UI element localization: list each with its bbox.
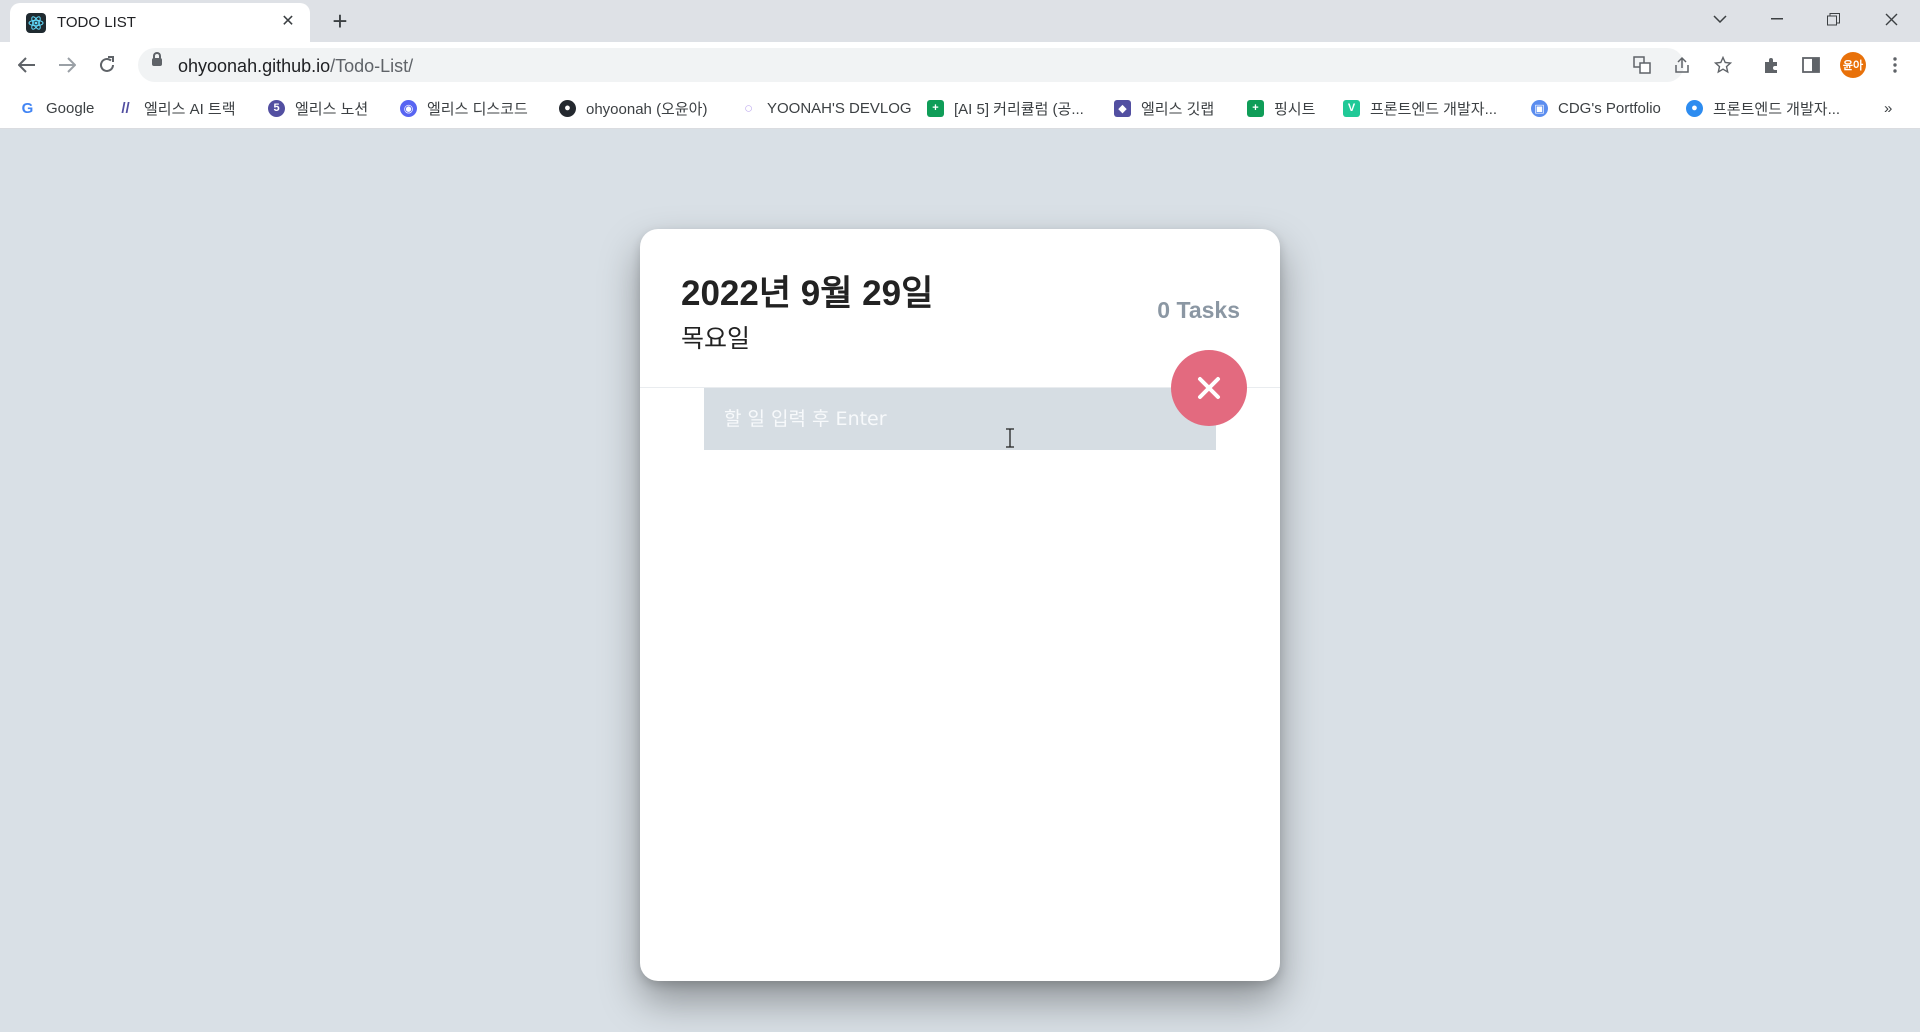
sheets-icon: + [927, 99, 944, 117]
tab-strip: TODO LIST ✕ + [0, 0, 1920, 42]
todo-card: 2022년 9월 29일 목요일 0 Tasks [640, 229, 1280, 981]
forward-icon[interactable] [52, 50, 82, 80]
bookmark-item[interactable]: G Google [19, 96, 95, 120]
page-icon: ● [1686, 99, 1703, 117]
profile-button[interactable]: 윤아 [1838, 50, 1868, 80]
bookmark-item[interactable]: ○ YOONAH'S DEVLOG [740, 96, 912, 120]
bookmark-label: Google [46, 99, 95, 117]
share-icon[interactable] [1670, 53, 1694, 77]
bookmark-label: 엘리스 노션 [295, 100, 369, 118]
velog-icon: V [1343, 99, 1360, 117]
lock-icon [152, 52, 162, 66]
bookmark-item[interactable]: V 프론트엔드 개발자... [1343, 96, 1497, 120]
bookmark-label: ohyoonah (오윤아) [586, 100, 708, 118]
url-text: ohyoonah.github.io/Todo-List/ [178, 56, 413, 77]
restore-icon[interactable] [1808, 0, 1858, 38]
bookmark-star-icon[interactable] [1708, 50, 1738, 80]
github-icon: ● [559, 99, 576, 117]
react-favicon-icon [26, 12, 46, 33]
bookmark-label: CDG's Portfolio [1558, 99, 1661, 117]
bookmark-label: [AI 5] 커리큘럼 (공... [954, 100, 1084, 118]
bookmark-item[interactable]: ▣ CDG's Portfolio [1531, 96, 1661, 120]
toggle-input-button[interactable] [1171, 350, 1247, 426]
new-tab-button[interactable]: + [325, 6, 355, 36]
bookmark-label: 엘리스 디스코드 [427, 100, 528, 118]
close-icon [1198, 377, 1220, 399]
tab-title: TODO LIST [57, 14, 136, 31]
tab-search-icon[interactable] [1695, 0, 1745, 38]
browser-tab[interactable]: TODO LIST ✕ [10, 3, 310, 42]
date-heading: 2022년 9월 29일 [681, 274, 934, 313]
close-window-icon[interactable] [1866, 0, 1916, 38]
bookmark-item[interactable]: ◆ 엘리스 깃랩 [1114, 96, 1214, 120]
sheets-icon: + [1247, 99, 1264, 117]
bookmark-label: 프론트엔드 개발자... [1370, 100, 1498, 118]
bookmark-item[interactable]: ◉ 엘리스 디스코드 [400, 96, 528, 120]
portfolio-icon: ▣ [1531, 99, 1548, 117]
bookmark-label: 핑시트 [1274, 100, 1316, 118]
bookmark-item[interactable]: + [AI 5] 커리큘럼 (공... [927, 96, 1084, 120]
translate-icon[interactable] [1630, 53, 1654, 77]
back-icon[interactable] [12, 50, 42, 80]
tab-close-icon[interactable]: ✕ [278, 12, 298, 32]
bookmark-label: 프론트엔드 개발자... [1713, 100, 1841, 118]
text-cursor-icon [1005, 428, 1015, 454]
reload-icon[interactable] [92, 50, 122, 80]
bookmark-item[interactable]: 5 엘리스 노션 [268, 96, 368, 120]
loading-icon: ○ [743, 99, 754, 117]
bookmark-item[interactable]: // 엘리스 AI 트랙 [117, 96, 236, 120]
browser-toolbar: ohyoonah.github.io/Todo-List/ 윤아 [0, 42, 1920, 88]
chrome-menu-icon[interactable] [1880, 50, 1910, 80]
todo-input[interactable] [704, 388, 1216, 450]
side-panel-icon[interactable] [1796, 50, 1826, 80]
more-bookmarks-button[interactable]: » [1884, 96, 1892, 120]
bookmark-label: 엘리스 깃랩 [1141, 100, 1215, 118]
profile-avatar: 윤아 [1840, 52, 1866, 78]
notion-icon: 5 [268, 99, 285, 117]
google-icon: G [21, 99, 34, 117]
address-bar[interactable]: ohyoonah.github.io/Todo-List/ [138, 48, 1689, 82]
extensions-icon[interactable] [1756, 50, 1786, 80]
bookmark-label: YOONAH'S DEVLOG [767, 99, 912, 117]
gitlab-icon: ◆ [1114, 99, 1131, 117]
bookmarks-bar: G Google // 엘리스 AI 트랙 5 엘리스 노션 ◉ 엘리스 디스코드 ● ohyoo… [0, 88, 1920, 129]
discord-icon: ◉ [400, 99, 417, 117]
url-path: /Todo-List/ [330, 56, 414, 76]
minimize-icon[interactable] [1752, 0, 1802, 38]
bookmark-label: 엘리스 AI 트랙 [144, 100, 236, 118]
url-host: ohyoonah.github.io [178, 56, 331, 76]
bookmark-item[interactable]: ● 프론트엔드 개발자... [1686, 96, 1840, 120]
bookmark-item[interactable]: + 핑시트 [1247, 96, 1315, 120]
slash-icon: // [121, 99, 130, 117]
weekday-label: 목요일 [681, 325, 751, 353]
task-count: 0 Tasks [1157, 297, 1240, 323]
bookmark-item[interactable]: ● ohyoonah (오윤아) [559, 96, 707, 120]
